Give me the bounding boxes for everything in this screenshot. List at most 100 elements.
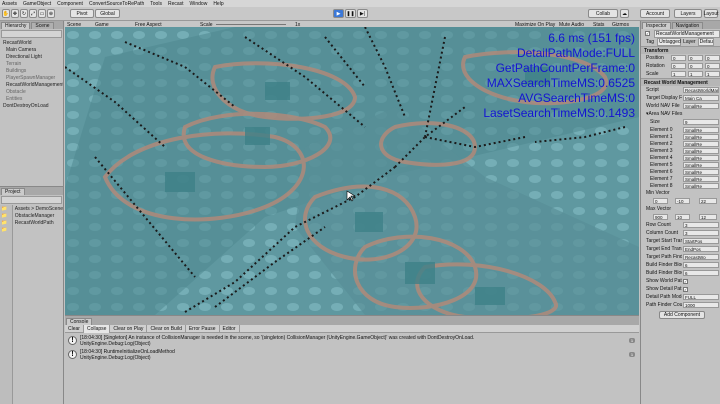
pause-button[interactable]: ❚❚ xyxy=(345,9,356,18)
global-toggle[interactable]: Global xyxy=(95,9,120,18)
console-clear-button[interactable]: Clear xyxy=(65,324,84,333)
scale-y[interactable]: 1 xyxy=(688,71,703,77)
path-finder-count-field[interactable]: 1000 xyxy=(683,302,719,308)
transform-tool-button[interactable]: ⊕ xyxy=(47,9,55,18)
show-world-path-checkbox[interactable]: ✓ xyxy=(683,278,688,284)
rotate-tool-button[interactable]: ↻ xyxy=(20,9,28,18)
element-value[interactable]: SmallRe xyxy=(683,168,719,175)
show-detail-path-checkbox[interactable]: ✓ xyxy=(683,286,688,292)
min-vector-z[interactable]: 22 xyxy=(699,198,717,204)
project-folder-tree[interactable]: 📁 📁 📁 📁 xyxy=(0,205,13,404)
console-log-entry[interactable]: ! [18:04:30] [Singleton] An instance of … xyxy=(65,335,639,348)
cloud-button[interactable]: ☁ xyxy=(620,9,629,18)
console-collapse-toggle[interactable]: Collapse xyxy=(83,324,111,333)
max-vector-y[interactable]: 10 xyxy=(675,214,690,220)
console-log-entry[interactable]: ! [18:04:30] RuntimeInitializeOnLoadMeth… xyxy=(65,349,639,362)
element-value[interactable]: SmallRe xyxy=(683,154,719,161)
menu-tools[interactable]: Tools xyxy=(150,1,162,7)
hierarchy-item[interactable]: Main Camera xyxy=(0,46,63,53)
detail-path-mode-dropdown[interactable]: FULL xyxy=(683,294,719,300)
tag-dropdown[interactable]: Untagged xyxy=(657,38,682,46)
console-editor-dropdown[interactable]: Editor xyxy=(220,324,240,333)
position-y[interactable]: 0 xyxy=(688,55,703,61)
scale-slider[interactable] xyxy=(216,24,286,25)
field-value[interactable]: RecastWo xyxy=(683,254,719,260)
position-x[interactable]: 0 xyxy=(671,55,686,61)
menu-help[interactable]: Help xyxy=(213,1,223,7)
area-nav-foldout[interactable]: ▾ Area NAV Files xyxy=(641,110,720,118)
object-name-field[interactable]: RecastWorldManagement xyxy=(654,29,720,38)
move-tool-button[interactable]: ✥ xyxy=(11,9,19,18)
layer-dropdown[interactable]: Default xyxy=(697,38,714,46)
pivot-toggle[interactable]: Pivot xyxy=(70,9,94,18)
tab-hierarchy[interactable]: Hierarchy xyxy=(1,22,31,29)
hierarchy-item[interactable]: RecastWorldManagement xyxy=(0,81,63,88)
object-active-checkbox[interactable]: ✓ xyxy=(645,31,650,36)
layout-dropdown[interactable]: Layout xyxy=(704,9,719,18)
hierarchy-item[interactable]: DontDestroyOnLoad xyxy=(0,102,63,109)
project-file-item[interactable]: ObstacleManager xyxy=(13,212,63,219)
tab-inspector[interactable]: Inspector xyxy=(642,22,671,29)
min-vector-y[interactable]: -10 xyxy=(675,198,690,204)
account-dropdown[interactable]: Account xyxy=(640,9,670,18)
menu-component[interactable]: Component xyxy=(57,1,83,7)
play-button[interactable]: ▶ xyxy=(333,9,344,18)
game-view[interactable]: 6.6 ms (151 fps) DetailPathMode:FULL Get… xyxy=(65,27,639,315)
field-value[interactable]: 6 xyxy=(683,270,719,276)
field-value[interactable]: StartPos xyxy=(683,238,719,244)
console-clear-on-build-toggle[interactable]: Clear on Build xyxy=(147,324,186,333)
collab-button[interactable]: Collab xyxy=(588,9,618,18)
hierarchy-item[interactable]: Obstacle xyxy=(0,88,63,95)
tab-navigation[interactable]: Navigation xyxy=(671,22,704,29)
menu-assets[interactable]: Assets xyxy=(2,1,17,7)
field-value[interactable]: RecastWorldManagem xyxy=(683,87,719,93)
rect-tool-button[interactable]: ▭ xyxy=(38,9,46,18)
column-count-field[interactable]: 3 xyxy=(683,230,719,236)
field-value[interactable]: 6 xyxy=(683,262,719,268)
scale-x[interactable]: 1 xyxy=(671,71,686,77)
field-value[interactable]: SmallRe xyxy=(683,103,719,109)
project-file-item[interactable]: RecastWorldPath xyxy=(13,219,63,226)
hierarchy-search-input[interactable] xyxy=(1,30,62,38)
menu-gameobject[interactable]: GameObject xyxy=(23,1,51,7)
size-field[interactable]: 9 xyxy=(683,119,719,125)
add-component-button[interactable]: Add Component xyxy=(659,311,705,319)
rotation-y[interactable]: 0 xyxy=(688,63,703,69)
console-error-pause-toggle[interactable]: Error Pause xyxy=(186,324,220,333)
tab-project[interactable]: Project xyxy=(1,188,25,195)
console-clear-on-play-toggle[interactable]: Clear on Play xyxy=(110,324,148,333)
step-button[interactable]: ▶| xyxy=(357,9,368,18)
hierarchy-item[interactable]: Buildings xyxy=(0,67,63,74)
scale-z[interactable]: 1 xyxy=(705,71,720,77)
element-value[interactable]: SmallRe xyxy=(683,140,719,147)
menu-convert[interactable]: ConvertSourceToRePath xyxy=(89,1,144,7)
position-z[interactable]: 0 xyxy=(705,55,720,61)
element-value[interactable]: SmallRe xyxy=(683,133,719,140)
field-value[interactable]: EndPos xyxy=(683,246,719,252)
menu-recast[interactable]: Recast xyxy=(168,1,184,7)
min-vector-x[interactable]: 0 xyxy=(653,198,668,204)
hand-tool-button[interactable]: ✋ xyxy=(2,9,10,18)
element-value[interactable]: SmallRe xyxy=(683,161,719,168)
field-value[interactable]: Main Ca xyxy=(683,95,719,101)
component-header[interactable]: Recast World Management xyxy=(641,78,720,86)
element-value[interactable]: SmallRe xyxy=(683,147,719,154)
transform-header[interactable]: Transform xyxy=(641,46,720,54)
scale-tool-button[interactable]: ⤢ xyxy=(29,9,37,18)
hierarchy-item[interactable]: Terrain xyxy=(0,60,63,67)
element-value[interactable]: SmallRe xyxy=(683,182,719,189)
hierarchy-item[interactable]: PlayerSpawnManager xyxy=(0,74,63,81)
rotation-z[interactable]: 0 xyxy=(705,63,720,69)
hierarchy-item[interactable]: RecastWorld xyxy=(0,39,63,46)
max-vector-z[interactable]: 12 xyxy=(699,214,717,220)
element-value[interactable]: SmallRe xyxy=(683,126,719,133)
breadcrumb[interactable]: Assets > DemoScene xyxy=(13,205,63,212)
element-value[interactable]: SmallRe xyxy=(683,175,719,182)
max-vector-x[interactable]: 900 xyxy=(653,214,668,220)
hierarchy-item[interactable]: Entities xyxy=(0,95,63,102)
rotation-x[interactable]: 0 xyxy=(671,63,686,69)
project-search-input[interactable] xyxy=(1,196,62,204)
tab-scene-secondary[interactable]: Scene xyxy=(31,22,54,29)
layers-dropdown[interactable]: Layers xyxy=(674,9,702,18)
row-count-field[interactable]: 3 xyxy=(683,222,719,228)
